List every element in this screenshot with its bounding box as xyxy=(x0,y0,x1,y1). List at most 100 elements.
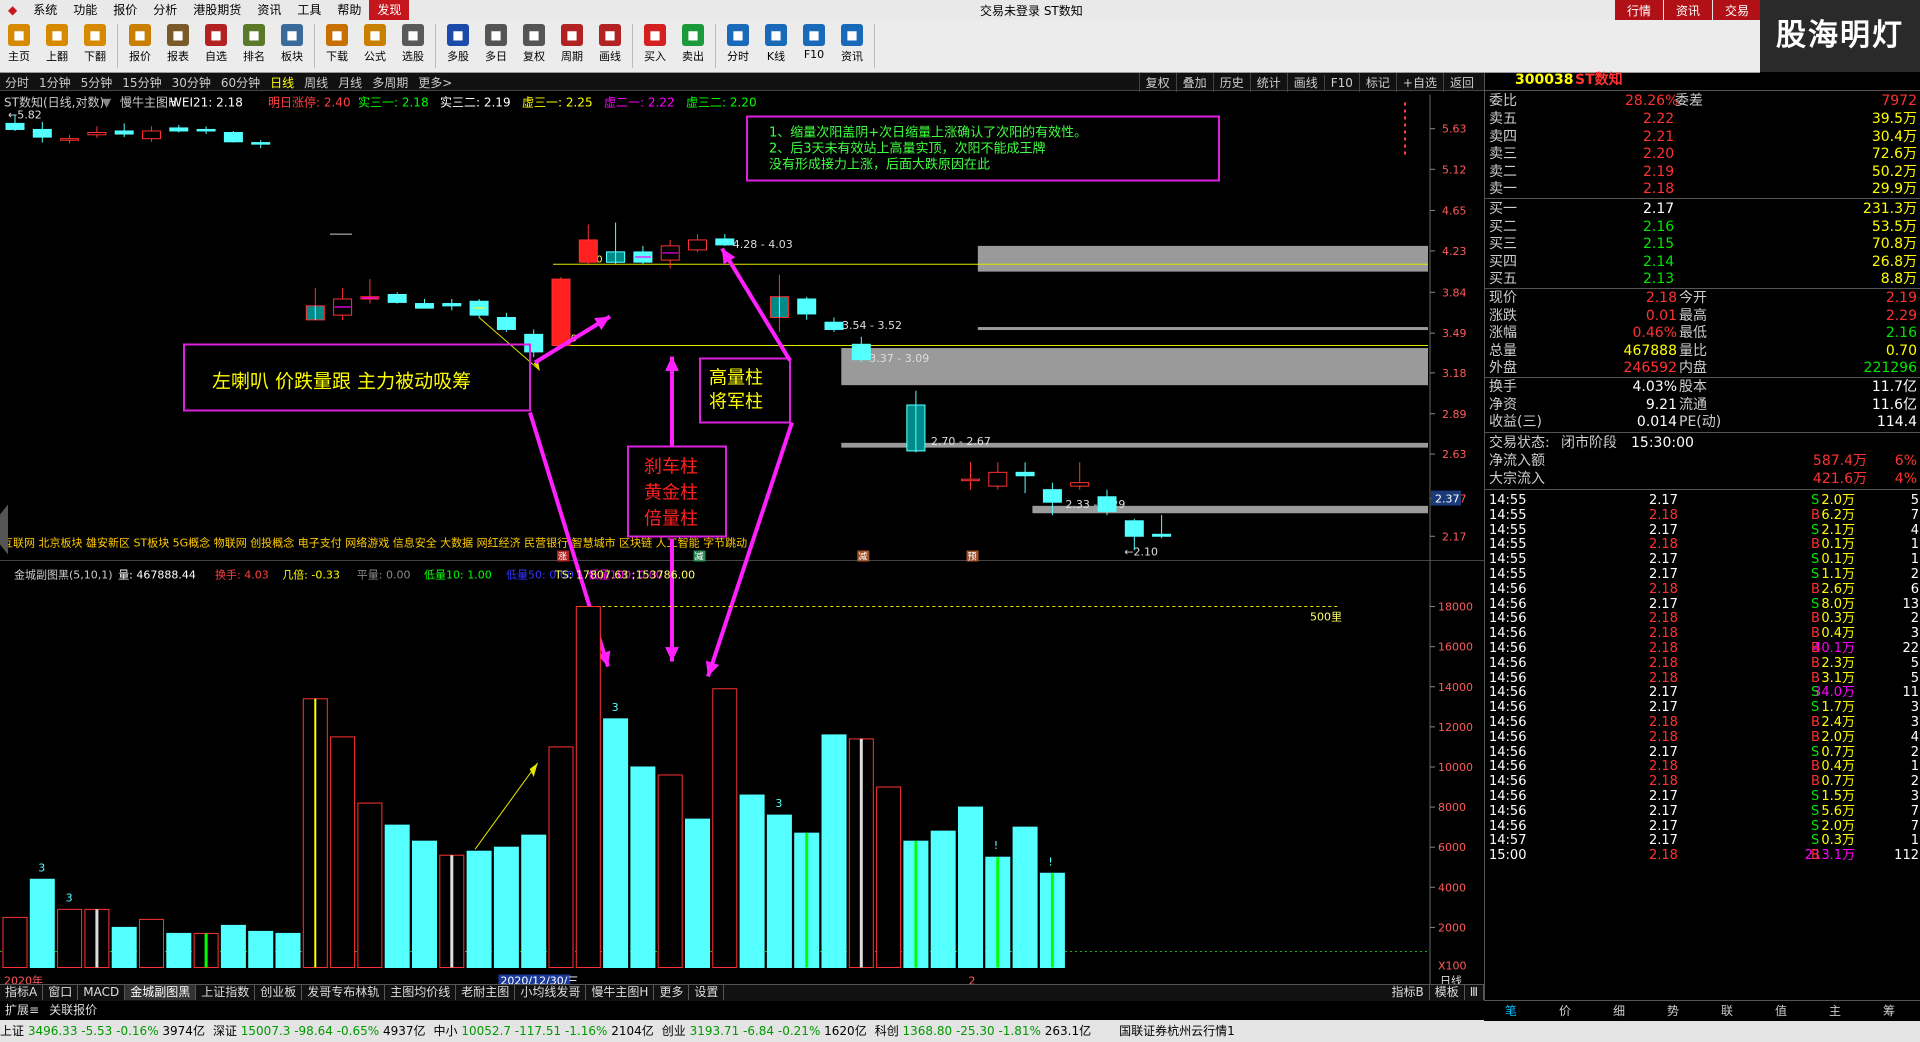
period-tab[interactable]: 30分钟 xyxy=(167,73,216,92)
menu-item[interactable]: 工具 xyxy=(289,0,329,20)
dotted-marker xyxy=(1404,123,1406,127)
indicator-tab[interactable]: MACD xyxy=(78,985,126,1000)
chart-tool-button[interactable]: 返回 xyxy=(1442,73,1480,92)
quote-tab[interactable]: 价 xyxy=(1538,1001,1592,1021)
menu-item[interactable]: 港股期货 xyxy=(185,0,249,20)
stat-row: 涨幅 0.46% 最低 2.16 xyxy=(1485,324,1920,342)
period-tab[interactable]: 15分钟 xyxy=(117,73,166,92)
quote-cell: 2.20 xyxy=(1643,146,1675,162)
toolbar-button[interactable]: ■ 分时 xyxy=(719,24,757,64)
menu-item[interactable]: 分析 xyxy=(145,0,185,20)
toolbar-button[interactable]: ■ F10 xyxy=(795,24,833,61)
chart-tool-button[interactable]: 画线 xyxy=(1286,73,1324,92)
toolbar-button[interactable]: ■ K线 xyxy=(757,24,795,64)
toolbar-button[interactable]: ■ 画线 xyxy=(591,24,629,64)
top-tab[interactable]: 资讯 xyxy=(1663,0,1712,21)
quote-cell: 净资 xyxy=(1489,396,1517,413)
top-tab[interactable]: 交易 xyxy=(1712,0,1761,21)
extension-tab[interactable]: 关联报价 xyxy=(44,1001,102,1018)
quote-tab[interactable]: 筹 xyxy=(1862,1001,1916,1021)
indicator-tab[interactable]: 发哥专布林轨 xyxy=(302,985,386,1000)
period-tab[interactable]: 5分钟 xyxy=(76,73,118,92)
chart-tool-button[interactable]: 叠加 xyxy=(1175,73,1213,92)
index-quote[interactable]: 中小 10052.7 -117.51 -1.16% 2104亿 xyxy=(434,1020,654,1042)
toolbar-button[interactable]: ■ 主页 xyxy=(0,24,38,64)
index-name: 创业 xyxy=(661,1024,690,1038)
chart-tool-button[interactable]: 复权 xyxy=(1138,73,1176,92)
indicator-right-tab[interactable]: 模板 xyxy=(1430,985,1465,1000)
quote-cell: 卖四 xyxy=(1489,128,1517,145)
stat-row: 外盘 246592 内盘 221296 xyxy=(1485,359,1920,377)
menu-item[interactable]: 报价 xyxy=(105,0,145,20)
indicator-tab[interactable]: 指标A xyxy=(0,985,44,1000)
toolbar-button[interactable]: ■ 板块 xyxy=(273,24,311,64)
toolbar-button[interactable]: ■ 多股 xyxy=(439,24,477,64)
period-tab[interactable]: 周线 xyxy=(299,73,333,92)
period-tab[interactable]: 分时 xyxy=(0,73,34,92)
index-quote[interactable]: 深证 15007.3 -98.64 -0.65% 4937亿 xyxy=(213,1020,426,1042)
toolbar-button[interactable]: ■ 资讯 xyxy=(833,24,871,64)
index-quote[interactable]: 上证 3496.33 -5.53 -0.16% 3974亿 xyxy=(0,1020,205,1042)
quote-tab[interactable]: 笔 xyxy=(1484,1001,1538,1021)
indicator-tab[interactable]: 更多 xyxy=(654,985,690,1000)
price-axis-label: 3.18 xyxy=(1442,367,1467,380)
index-value: 3193.71 xyxy=(689,1024,744,1038)
period-tab[interactable]: 月线 xyxy=(333,73,367,92)
chart-tool-button[interactable]: +自选 xyxy=(1395,73,1443,92)
indicator-tab[interactable]: 创业板 xyxy=(255,985,303,1000)
indicator-tab[interactable]: 老耐主图 xyxy=(456,985,516,1000)
period-tab[interactable]: 1分钟 xyxy=(34,73,76,92)
indicator-right-tab[interactable]: 指标B xyxy=(1386,985,1430,1000)
toolbar-button[interactable]: ■ 上翻 xyxy=(38,24,76,64)
toolbar-button[interactable]: ■ 报表 xyxy=(159,24,197,64)
kline-chart[interactable]: ST数知(日线,对数)▼ 慢牛主图HWEI21: 2.18 明日涨停: 2.40 实三… xyxy=(0,91,1484,991)
stat-row: 现价 2.18 今开 2.19 xyxy=(1485,289,1920,307)
toolbar-button[interactable]: ■ 选股 xyxy=(394,24,432,64)
toolbar-separator xyxy=(874,24,875,68)
toolbar-button[interactable]: ■ 买入 xyxy=(636,24,674,64)
period-tab[interactable]: 更多> xyxy=(413,73,457,92)
chart-tool-button[interactable]: 统计 xyxy=(1249,73,1287,92)
menu-item[interactable]: 帮助 xyxy=(329,0,369,20)
indicator-right-tab[interactable]: Ⅲ xyxy=(1465,985,1484,1000)
volume-bar-mark: 3 xyxy=(38,861,45,874)
toolbar-button[interactable]: ■ 公式 xyxy=(356,24,394,64)
quote-tab[interactable]: 主 xyxy=(1808,1001,1862,1021)
period-tab[interactable]: 多周期 xyxy=(367,73,413,92)
toolbar-button[interactable]: ■ 下载 xyxy=(318,24,356,64)
indicator-tab[interactable]: 主图均价线 xyxy=(385,985,457,1000)
period-tab[interactable]: 日线 xyxy=(265,73,299,92)
toolbar-button[interactable]: ■ 卖出 xyxy=(674,24,712,64)
index-quote[interactable]: 科创 1368.80 -25.30 -1.81% 263.1亿 xyxy=(875,1020,1091,1042)
toolbar-button[interactable]: ■ 周期 xyxy=(553,24,591,64)
quote-tab[interactable]: 势 xyxy=(1646,1001,1700,1021)
menu-item[interactable]: 功能 xyxy=(65,0,105,20)
chart-tool-button[interactable]: 标记 xyxy=(1358,73,1396,92)
chart-tool-button[interactable]: 历史 xyxy=(1212,73,1250,92)
indicator-tab[interactable]: 设置 xyxy=(689,985,725,1000)
indicator-tab[interactable]: 小均线发哥 xyxy=(515,985,587,1000)
quote-tab[interactable]: 联 xyxy=(1700,1001,1754,1021)
extension-tab[interactable]: 扩展≡ xyxy=(0,1001,44,1018)
indicator-tab[interactable]: 金城副图黑 xyxy=(125,985,197,1000)
toolbar-button[interactable]: ■ 下翻 xyxy=(76,24,114,64)
tick-count: 112 xyxy=(1894,848,1919,864)
toolbar-button[interactable]: ■ 报价 xyxy=(121,24,159,64)
menu-item[interactable]: 资讯 xyxy=(249,0,289,20)
quote-tab[interactable]: 值 xyxy=(1754,1001,1808,1021)
up-arrow-icon: ■ xyxy=(46,24,68,46)
toolbar-button[interactable]: ■ 自选 xyxy=(197,24,235,64)
toolbar-button[interactable]: ■ 排名 xyxy=(235,24,273,64)
index-quote[interactable]: 创业 3193.71 -6.84 -0.21% 1620亿 xyxy=(662,1020,867,1042)
indicator-tab[interactable]: 上证指数 xyxy=(196,985,256,1000)
quote-tab[interactable]: 细 xyxy=(1592,1001,1646,1021)
menu-item[interactable]: 发现 xyxy=(369,0,410,20)
menu-item[interactable]: 系统 xyxy=(25,0,65,20)
chart-tool-button[interactable]: F10 xyxy=(1323,75,1359,91)
toolbar-button[interactable]: ■ 复权 xyxy=(515,24,553,64)
indicator-tab[interactable]: 慢牛主图H xyxy=(586,985,655,1000)
toolbar-button[interactable]: ■ 多日 xyxy=(477,24,515,64)
period-tab[interactable]: 60分钟 xyxy=(216,73,265,92)
indicator-tab[interactable]: 窗口 xyxy=(43,985,79,1000)
top-tab[interactable]: 行情 xyxy=(1614,0,1663,21)
